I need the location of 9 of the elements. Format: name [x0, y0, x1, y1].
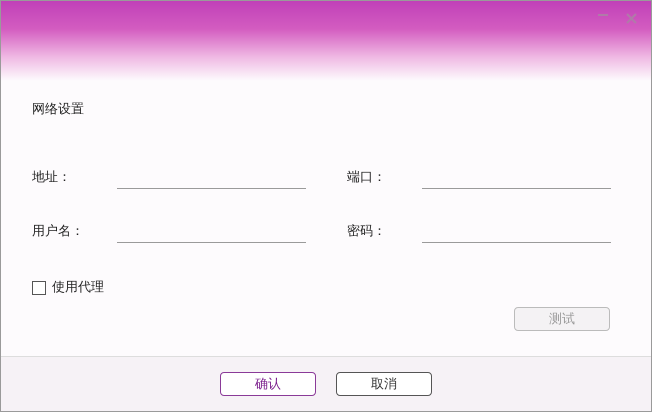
checkbox[interactable]: [32, 281, 46, 295]
field-label: 端口：: [347, 169, 387, 187]
confirm-button[interactable]: 确认: [220, 372, 316, 396]
field-label: 用户名：: [32, 223, 85, 241]
field-label: 地址：: [32, 169, 72, 187]
checkbox-label: 使用代理: [52, 279, 104, 297]
section-title: 网络设置: [32, 101, 84, 119]
cancel-button[interactable]: 取消: [336, 372, 432, 396]
field-label: 密码：: [347, 223, 387, 241]
